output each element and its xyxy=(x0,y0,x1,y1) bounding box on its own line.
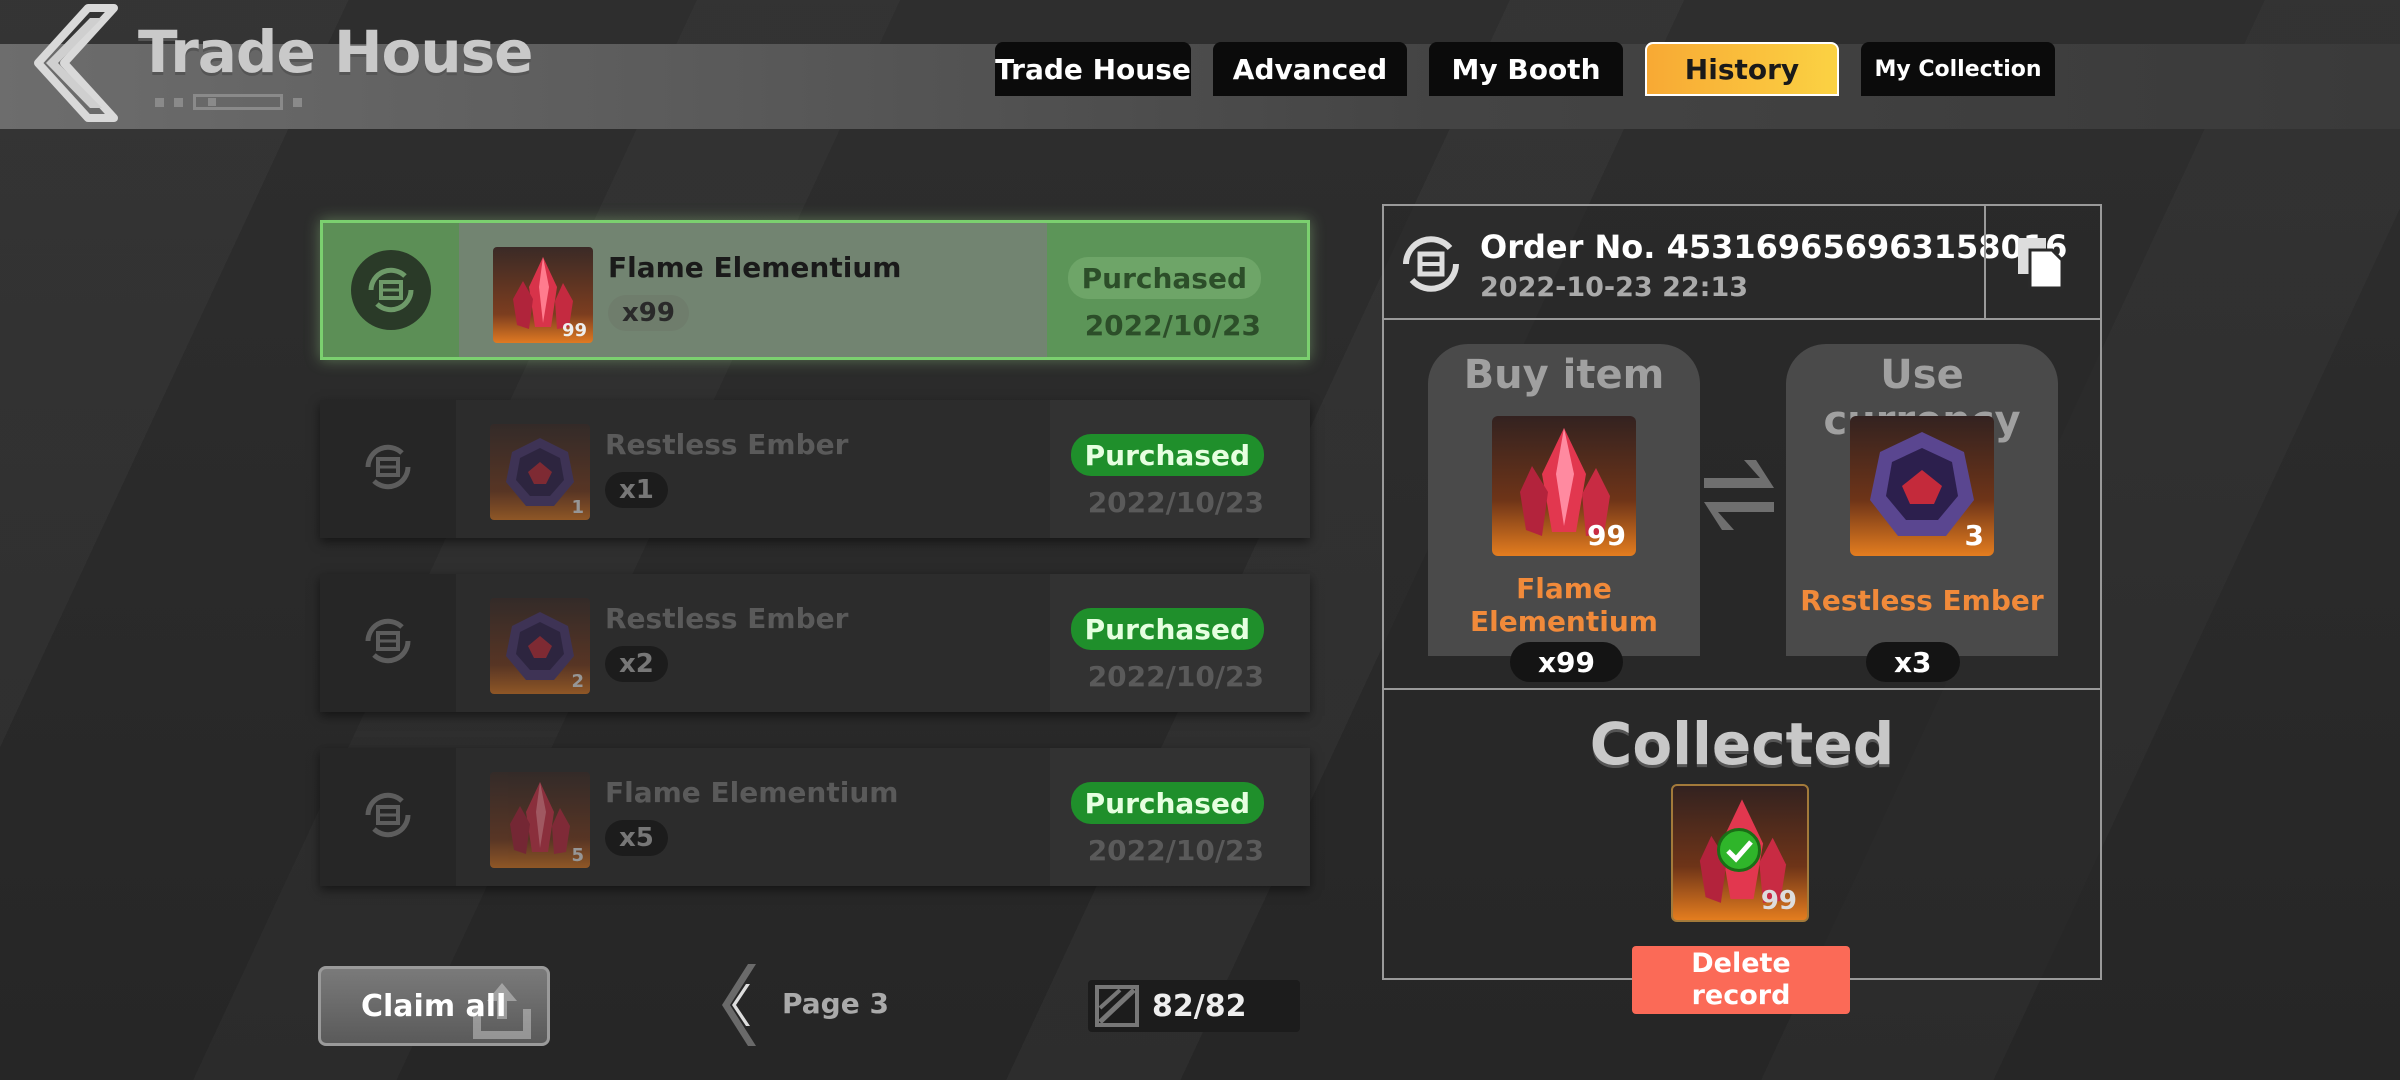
restless-ember-icon: 3 xyxy=(1850,416,1994,556)
item-quantity: x2 xyxy=(605,646,668,682)
tab-my-collection[interactable]: My Collection xyxy=(1861,42,2055,96)
order-header: Order No. 453169656963158016 2022-10-23 … xyxy=(1384,206,2100,320)
history-row[interactable]: 99 Flame Elementium x99 Purchased 2022/1… xyxy=(320,220,1310,360)
item-quantity: x99 xyxy=(608,295,689,331)
delete-record-button[interactable]: Delete record xyxy=(1632,946,1850,1014)
use-currency-card: Use currency 3 Restless Ember xyxy=(1786,344,2058,656)
tab-trade-house[interactable]: Trade House xyxy=(995,42,1191,96)
title-ornament xyxy=(155,94,302,110)
buy-item-name: Flame Elementium xyxy=(1470,572,1658,638)
item-date: 2022/10/23 xyxy=(1087,486,1264,519)
trade-cycle-icon xyxy=(351,250,431,330)
divider xyxy=(1384,688,2100,690)
record-count: 82/82 xyxy=(1088,980,1300,1032)
use-currency-quantity: x3 xyxy=(1866,642,1960,682)
order-number: Order No. 453169656963158016 xyxy=(1480,228,2068,266)
page-title: Trade House xyxy=(138,18,534,86)
status-badge: Purchased xyxy=(1070,434,1264,476)
claim-all-button[interactable]: Claim all xyxy=(318,966,550,1046)
item-quantity: x1 xyxy=(605,472,668,508)
status-badge: Purchased xyxy=(1070,608,1264,650)
swap-arrows-icon xyxy=(1704,460,1774,530)
tab-my-booth[interactable]: My Booth xyxy=(1429,42,1623,96)
flame-elementium-icon: 99 xyxy=(1492,416,1636,556)
order-time: 2022-10-23 22:13 xyxy=(1480,272,1749,303)
tab-advanced[interactable]: Advanced xyxy=(1213,42,1407,96)
record-count-icon xyxy=(1095,985,1139,1027)
flame-elementium-icon: 99 xyxy=(493,247,593,343)
status-badge: Purchased xyxy=(1070,782,1264,824)
item-quantity: x5 xyxy=(605,820,668,856)
item-name: Flame Elementium xyxy=(605,776,899,809)
trade-cycle-icon xyxy=(1403,236,1459,292)
status-badge: Purchased xyxy=(1067,257,1261,299)
collected-item: 99 xyxy=(1671,784,1809,922)
history-row[interactable]: 2 Restless Ember x2 Purchased 2022/10/23 xyxy=(320,574,1310,712)
item-date: 2022/10/23 xyxy=(1087,834,1264,867)
order-detail-panel: Order No. 453169656963158016 2022-10-23 … xyxy=(1382,204,2102,980)
collected-label: Collected xyxy=(1589,710,1895,778)
trade-cycle-icon xyxy=(365,618,411,664)
use-currency-name: Restless Ember xyxy=(1800,584,2044,617)
item-date: 2022/10/23 xyxy=(1084,309,1261,342)
buy-item-title: Buy item xyxy=(1463,352,1665,398)
back-arrow-icon[interactable] xyxy=(28,4,118,122)
restless-ember-icon: 2 xyxy=(490,598,590,694)
history-row[interactable]: 1 Restless Ember x1 Purchased 2022/10/23 xyxy=(320,400,1310,538)
tab-history[interactable]: History xyxy=(1645,42,1839,96)
buy-item-quantity: x99 xyxy=(1510,642,1624,682)
prev-page-icon[interactable] xyxy=(718,960,758,1050)
trade-cycle-icon xyxy=(365,444,411,490)
trade-cycle-icon xyxy=(365,792,411,838)
item-name: Restless Ember xyxy=(605,428,849,461)
flame-elementium-icon: 5 xyxy=(490,772,590,868)
buy-item-card: Buy item 99 Flame Elementium xyxy=(1428,344,1700,656)
copy-icon[interactable] xyxy=(2016,236,2064,290)
item-date: 2022/10/23 xyxy=(1087,660,1264,693)
page-indicator: Page 3 xyxy=(782,987,889,1020)
history-row[interactable]: 5 Flame Elementium x5 Purchased 2022/10/… xyxy=(320,748,1310,886)
item-name: Restless Ember xyxy=(605,602,849,635)
tab-bar: Trade House Advanced My Booth History My… xyxy=(995,42,2055,96)
item-name: Flame Elementium xyxy=(608,251,902,284)
check-icon xyxy=(1717,828,1761,872)
claim-arrow-icon xyxy=(473,983,531,1039)
restless-ember-icon: 1 xyxy=(490,424,590,520)
